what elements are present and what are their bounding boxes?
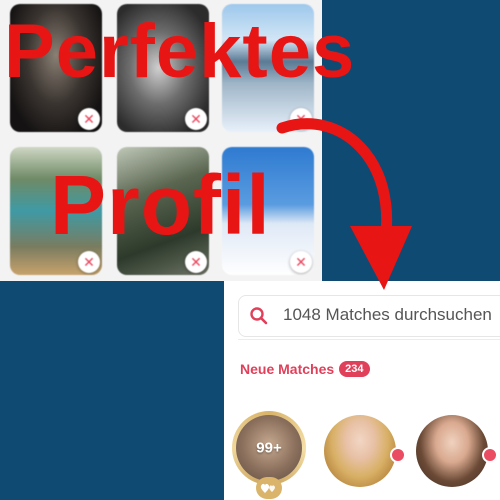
matches-panel: 1048 Matches durchsuchen Neue Matches 23… [224,281,500,500]
close-icon: ✕ [83,111,95,127]
remove-photo-button[interactable]: ✕ [290,108,312,130]
online-dot [482,447,498,463]
new-matches-header: Neue Matches 234 [240,361,370,377]
likes-avatar[interactable]: 99+ [232,411,306,485]
remove-photo-button[interactable]: ✕ [185,251,207,273]
likes-avatar-image: 99+ [236,415,302,481]
match-avatar[interactable] [324,415,396,487]
headline-line-2: Profil [50,158,271,252]
remove-photo-button[interactable]: ✕ [78,251,100,273]
match-avatar[interactable] [416,415,488,487]
remove-photo-button[interactable]: ✕ [78,108,100,130]
close-icon: ✕ [190,254,202,270]
close-icon: ✕ [295,111,307,127]
divider [238,339,500,340]
headline-line-1: Perfektes [4,9,356,94]
close-icon: ✕ [295,254,307,270]
search-input[interactable]: 1048 Matches durchsuchen [238,295,500,337]
search-placeholder: 1048 Matches durchsuchen [283,305,492,324]
likes-count: 99+ [256,439,282,457]
close-icon: ✕ [190,111,202,127]
online-dot [390,447,406,463]
remove-photo-button[interactable]: ✕ [290,251,312,273]
gold-hearts-icon [256,477,282,499]
remove-photo-button[interactable]: ✕ [185,108,207,130]
search-icon [250,307,268,325]
new-matches-count-badge: 234 [339,361,370,377]
new-matches-label: Neue Matches [240,361,335,377]
close-icon: ✕ [83,254,95,270]
